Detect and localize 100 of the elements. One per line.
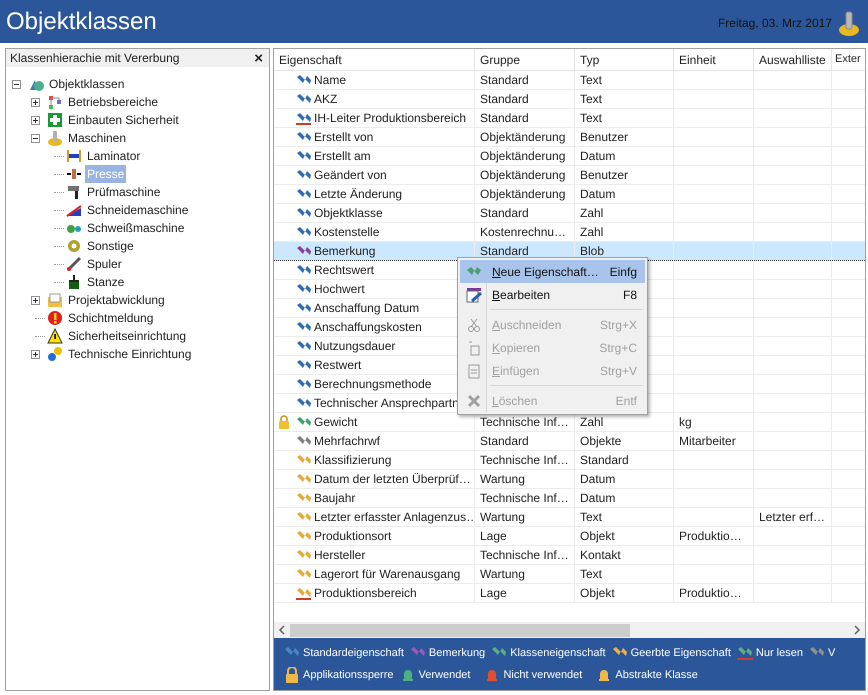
table-cell-text: Objektänderung (480, 186, 566, 203)
table-row[interactable]: IH-Leiter Produktionsbereich Standard Text (274, 109, 865, 128)
table-row[interactable]: Gewicht Technische Inf… Zahl kg (274, 413, 865, 432)
column-header[interactable]: Typ (575, 49, 674, 70)
table-row[interactable]: Letzte Änderung Objektänderung Datum (274, 185, 865, 204)
tree-item[interactable]: Projektabwicklung (66, 291, 167, 309)
table-row[interactable]: Produktionsort Lage Objekt Produktio… (274, 527, 865, 546)
menu-item[interactable]: Neue Eigenschaft… Einfg (460, 260, 645, 283)
table-cell-text: IH-Leiter Produktionsbereich (314, 110, 466, 127)
table-cell-text: Zahl (580, 414, 604, 431)
menu-item[interactable]: Bearbeiten F8 (460, 283, 645, 306)
collapse-icon[interactable] (12, 80, 21, 88)
table-cell-text: Mehrfachrwf (314, 433, 380, 450)
table-row[interactable]: Hersteller Technische Inf… Kontakt (274, 546, 865, 565)
table-row[interactable]: Letzter erfasster Anlagenzus…Wartung Text Letzter erf… (274, 508, 865, 527)
table-cell-text: Datum (580, 148, 616, 165)
tree-item[interactable]: Einbauten Sicherheit (66, 111, 181, 129)
table-cell-text: Restwert (314, 357, 362, 374)
panel-title: Klassenhierachie mit Vererbung (10, 50, 180, 67)
table-cell-text: Letzte Änderung (314, 186, 402, 203)
table-cell-text: Produktio… (679, 585, 742, 602)
table-cell-text: Standard (580, 452, 629, 469)
table-cell-text: kg (679, 414, 692, 431)
table-cell-text: Kostenstelle (314, 224, 380, 241)
table-row[interactable]: Produktionsbereich Lage Objekt Produktio… (274, 584, 865, 603)
table-row[interactable]: Objektklasse Standard Zahl (274, 204, 865, 223)
legend-label: Geerbte Eigenschaft (630, 646, 731, 660)
table-cell-text: Berechnungsmethode (314, 376, 432, 393)
table-cell-text: Technischer Ansprechpartn (314, 395, 459, 412)
table-row[interactable]: Klassifizierung Technische Inf… Standard (274, 451, 865, 470)
table-cell-text: Lagerort für Warenausgang (314, 566, 460, 583)
table-cell-text: Erstellt am (314, 148, 371, 165)
collapse-icon[interactable] (31, 134, 40, 142)
table-cell-text: Standard (480, 205, 529, 222)
tree-item[interactable]: Sicherheitseinrichtung (66, 327, 188, 345)
tree-item[interactable]: Spuler (85, 255, 124, 273)
table-cell-text: Hochwert (314, 281, 365, 298)
tree-item[interactable]: Prüfmaschine (85, 183, 162, 201)
table-cell-text: Zahl (580, 224, 604, 241)
machine-icon (838, 8, 860, 36)
table-cell-text: Datum (580, 490, 616, 507)
paste-icon (466, 362, 482, 378)
table-row[interactable]: Geändert von Objektänderung Benutzer (274, 166, 865, 185)
column-header[interactable]: Exter (832, 49, 865, 70)
column-header[interactable]: Auswahlliste (754, 49, 832, 70)
legend-label: Nicht verwendet (503, 668, 582, 683)
tree-item[interactable]: Schneidemaschine (85, 201, 190, 219)
tree-item[interactable]: Betriebsbereiche (66, 93, 160, 111)
table-cell-text: Letzter erfasster Anlagenzus… (314, 509, 474, 526)
table-cell-text: Hersteller (314, 547, 366, 564)
tree-item[interactable]: Maschinen (66, 129, 128, 147)
tree-item[interactable]: Stanze (85, 273, 126, 291)
table-row[interactable]: Erstellt am Objektänderung Datum (274, 147, 865, 166)
legend-label: Bemerkung (428, 646, 486, 660)
scrollbar-thumb[interactable] (290, 624, 630, 636)
table-cell-text: Wartung (480, 509, 525, 526)
tree-item[interactable]: Laminator (85, 147, 142, 165)
table-cell-text: Produktionsbereich (314, 585, 417, 602)
expand-icon[interactable] (31, 116, 40, 124)
table-cell-text: Baujahr (314, 490, 356, 507)
table-cell-text: Objekt (580, 585, 615, 602)
expand-icon[interactable] (31, 350, 40, 358)
table-cell-text: Wartung (480, 471, 525, 488)
tree-item[interactable]: Objektklassen (47, 75, 126, 93)
table-row[interactable]: Lagerort für Warenausgang Wartung Text (274, 565, 865, 584)
table-row[interactable]: Baujahr Technische Inf… Datum (274, 489, 865, 508)
table-cell-text: Technische Inf… (480, 414, 569, 431)
table-cell-text: Datum (580, 471, 616, 488)
table-cell-text: Mitarbeiter (679, 433, 736, 450)
table-cell-text: Rechtswert (314, 262, 374, 279)
table-cell-text: Letzter erf… (759, 509, 826, 526)
table-cell-text: Nutzungsdauer (314, 338, 396, 355)
tree-item[interactable]: Schichtmeldung (66, 309, 156, 327)
table-cell-text: Benutzer (580, 129, 628, 146)
table-cell-text: Kontakt (580, 547, 621, 564)
column-header[interactable]: Eigenschaft (274, 49, 475, 70)
table-cell-text: Objektklasse (314, 205, 383, 222)
window-title: Objektklassen (6, 10, 157, 34)
table-cell-text: Name (314, 72, 346, 89)
table-cell-text: Objektänderung (480, 167, 566, 184)
horizontal-scrollbar[interactable] (274, 622, 865, 638)
table-row[interactable]: Erstellt von Objektänderung Benutzer (274, 128, 865, 147)
edit-icon (466, 286, 482, 302)
column-header[interactable]: Einheit (674, 49, 754, 70)
expand-icon[interactable] (31, 98, 40, 106)
table-row[interactable]: Kostenstelle Kostenrechnu… Zahl (274, 223, 865, 242)
cut-icon (466, 316, 482, 332)
tree-item[interactable]: Technische Einrichtung (66, 345, 194, 363)
close-button[interactable]: × (252, 50, 265, 66)
tree-item[interactable]: Sonstige (85, 237, 136, 255)
table-row[interactable]: Datum der letzten Überprüf… Wartung Datum (274, 470, 865, 489)
expand-icon[interactable] (31, 296, 40, 304)
table-row[interactable]: Mehrfachrwf Standard Objekte Mitarbeiter (274, 432, 865, 451)
table-cell-text: Datum (580, 186, 616, 203)
column-header[interactable]: Gruppe (475, 49, 575, 70)
table-row[interactable]: Name Standard Text (274, 71, 865, 90)
tree-item[interactable]: Schweißmaschine (85, 219, 186, 237)
table-row[interactable]: AKZ Standard Text (274, 90, 865, 109)
table-cell-text: Anschaffungskosten (314, 319, 422, 336)
table-row[interactable]: Bemerkung Standard Blob (274, 242, 865, 261)
